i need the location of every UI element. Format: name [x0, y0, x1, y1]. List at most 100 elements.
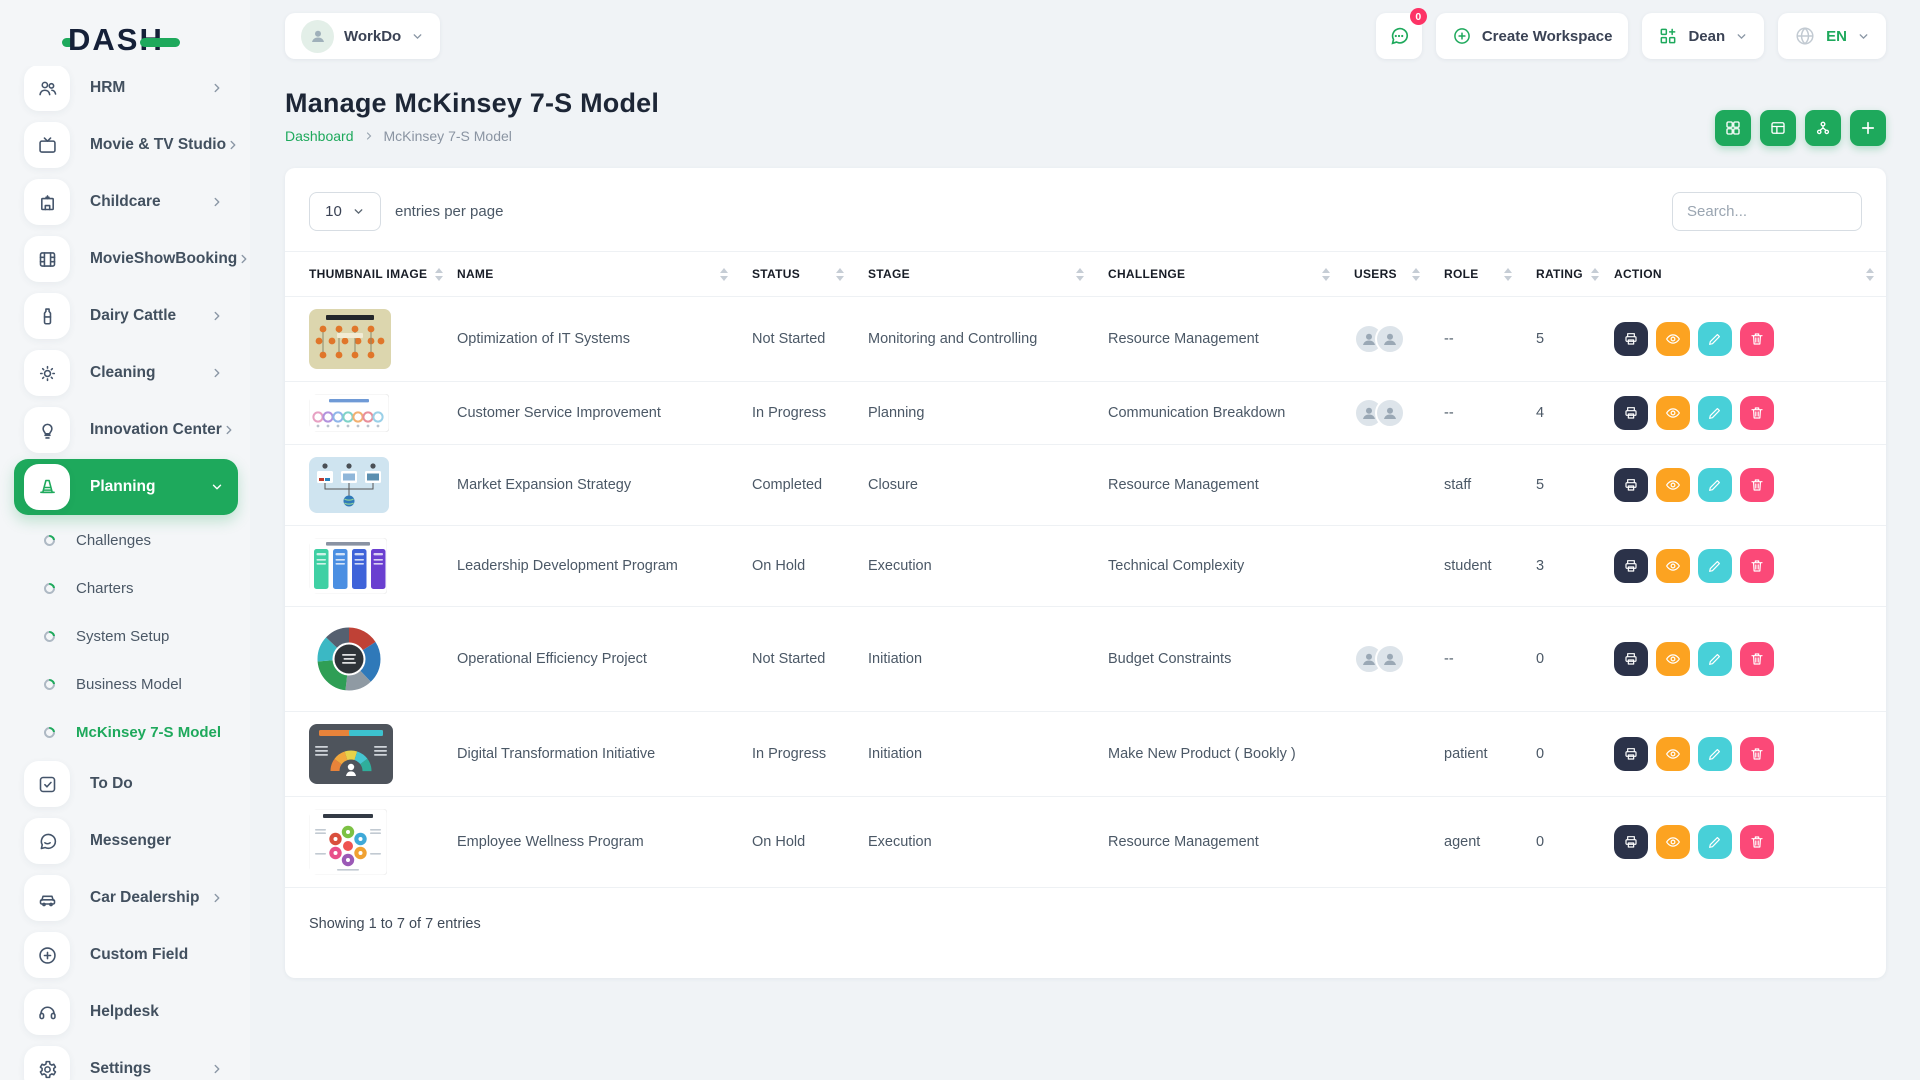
sidebar-item-label: Settings — [90, 1060, 210, 1078]
sidebar-item-movieshowbooking[interactable]: MovieShowBooking — [14, 231, 238, 287]
delete-button[interactable] — [1740, 322, 1774, 356]
print-button[interactable] — [1614, 737, 1648, 771]
view-button[interactable] — [1656, 396, 1690, 430]
language-selector[interactable]: EN — [1778, 13, 1886, 59]
sidebar-subitem-system-setup[interactable]: System Setup — [14, 612, 238, 660]
user-menu[interactable]: Dean — [1642, 13, 1764, 59]
sidebar-item-innovation-center[interactable]: Innovation Center — [14, 402, 238, 458]
sort-icon — [435, 268, 443, 281]
column-header-status[interactable]: STATUS — [740, 252, 856, 297]
table-view-button[interactable] — [1760, 110, 1796, 146]
column-header-rating[interactable]: RATING — [1524, 252, 1602, 297]
edit-button[interactable] — [1698, 322, 1732, 356]
workspace-switcher[interactable]: WorkDo — [285, 13, 440, 59]
sort-icon — [1591, 268, 1599, 281]
hierarchy-view-button[interactable] — [1805, 110, 1841, 146]
delete-button[interactable] — [1740, 825, 1774, 859]
thumbnail-image[interactable] — [309, 309, 433, 369]
building-icon — [24, 179, 70, 225]
user-avatar[interactable] — [1375, 644, 1405, 674]
column-label: STATUS — [752, 267, 800, 281]
delete-button[interactable] — [1740, 549, 1774, 583]
sidebar-item-to-do[interactable]: To Do — [14, 756, 238, 812]
sidebar-item-settings[interactable]: Settings — [14, 1041, 238, 1080]
sidebar-item-childcare[interactable]: Childcare — [14, 174, 238, 230]
column-header-action[interactable]: ACTION — [1602, 252, 1886, 297]
table-row: Employee Wellness ProgramOn HoldExecutio… — [285, 797, 1886, 888]
search-input[interactable] — [1672, 192, 1862, 231]
thumbnail-image[interactable] — [309, 724, 433, 784]
thumbnail-image[interactable] — [309, 619, 433, 699]
edit-button[interactable] — [1698, 737, 1732, 771]
column-header-thumbnail-image[interactable]: THUMBNAIL IMAGE — [285, 252, 445, 297]
bottle-icon — [24, 293, 70, 339]
column-header-name[interactable]: NAME — [445, 252, 740, 297]
page-size-select[interactable]: 10 — [309, 192, 381, 231]
workspace-avatar — [301, 20, 334, 53]
view-button[interactable] — [1656, 825, 1690, 859]
print-button[interactable] — [1614, 642, 1648, 676]
car-icon — [24, 875, 70, 921]
thumbnail-image[interactable] — [309, 538, 433, 594]
sidebar-item-hrm[interactable]: HRM — [14, 66, 238, 116]
messages-button[interactable]: 0 — [1376, 13, 1422, 59]
sidebar-item-movie-tv-studio[interactable]: Movie & TV Studio — [14, 117, 238, 173]
table-row: Digital Transformation InitiativeIn Prog… — [285, 712, 1886, 797]
chevron-right-icon — [210, 81, 224, 95]
edit-button[interactable] — [1698, 468, 1732, 502]
delete-button[interactable] — [1740, 737, 1774, 771]
sidebar-subitem-challenges[interactable]: Challenges — [14, 516, 238, 564]
view-toolbar — [1715, 110, 1886, 146]
chevron-right-icon — [210, 309, 224, 323]
sidebar-item-planning[interactable]: Planning — [14, 459, 238, 515]
sidebar-item-custom-field[interactable]: Custom Field — [14, 927, 238, 983]
column-header-role[interactable]: ROLE — [1432, 252, 1524, 297]
sidebar-subitem-charters[interactable]: Charters — [14, 564, 238, 612]
sidebar-item-messenger[interactable]: Messenger — [14, 813, 238, 869]
printer-icon — [1623, 746, 1639, 762]
sidebar-item-label: Custom Field — [90, 946, 224, 964]
trash-icon — [1749, 834, 1765, 850]
sidebar-subitem-business-model[interactable]: Business Model — [14, 660, 238, 708]
column-header-challenge[interactable]: CHALLENGE — [1096, 252, 1342, 297]
sidebar-subitem-mckinsey-7-s-model[interactable]: McKinsey 7-S Model — [14, 708, 238, 756]
thumbnail-image[interactable] — [309, 394, 433, 432]
print-button[interactable] — [1614, 468, 1648, 502]
thumbnail-image[interactable] — [309, 457, 433, 513]
add-button[interactable] — [1850, 110, 1886, 146]
view-button[interactable] — [1656, 549, 1690, 583]
column-header-users[interactable]: USERS — [1342, 252, 1432, 297]
print-button[interactable] — [1614, 825, 1648, 859]
print-button[interactable] — [1614, 322, 1648, 356]
dash-logo[interactable]: DASH — [0, 14, 250, 66]
delete-button[interactable] — [1740, 642, 1774, 676]
breadcrumb-dashboard-link[interactable]: Dashboard — [285, 128, 354, 144]
view-button[interactable] — [1656, 737, 1690, 771]
user-avatar[interactable] — [1375, 398, 1405, 428]
sidebar-subitem-label: System Setup — [76, 628, 169, 645]
sidebar-item-cleaning[interactable]: Cleaning — [14, 345, 238, 401]
edit-button[interactable] — [1698, 396, 1732, 430]
view-button[interactable] — [1656, 642, 1690, 676]
print-button[interactable] — [1614, 549, 1648, 583]
delete-button[interactable] — [1740, 468, 1774, 502]
edit-button[interactable] — [1698, 642, 1732, 676]
edit-button[interactable] — [1698, 549, 1732, 583]
edit-button[interactable] — [1698, 825, 1732, 859]
sidebar-item-dairy-cattle[interactable]: Dairy Cattle — [14, 288, 238, 344]
thumbnail-image[interactable] — [309, 809, 433, 875]
cone-icon — [24, 464, 70, 510]
chevron-down-icon — [411, 30, 424, 43]
column-header-stage[interactable]: STAGE — [856, 252, 1096, 297]
view-button[interactable] — [1656, 322, 1690, 356]
sort-icon — [1322, 268, 1330, 281]
delete-button[interactable] — [1740, 396, 1774, 430]
create-workspace-button[interactable]: Create Workspace — [1436, 13, 1629, 59]
view-button[interactable] — [1656, 468, 1690, 502]
user-avatar[interactable] — [1375, 324, 1405, 354]
chat-bubble-icon — [1388, 25, 1410, 47]
sidebar-item-car-dealership[interactable]: Car Dealership — [14, 870, 238, 926]
sidebar-item-helpdesk[interactable]: Helpdesk — [14, 984, 238, 1040]
print-button[interactable] — [1614, 396, 1648, 430]
grid-view-button[interactable] — [1715, 110, 1751, 146]
